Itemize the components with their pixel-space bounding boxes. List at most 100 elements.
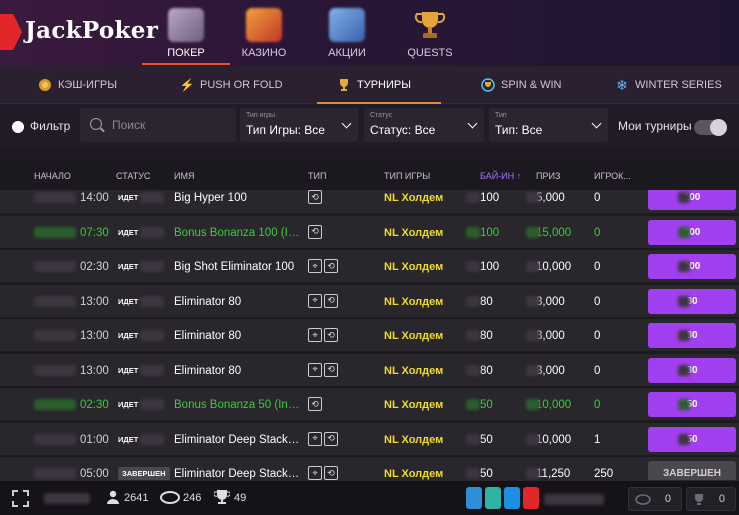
blurred-currency-mark [466, 433, 480, 445]
blurred-server-info [44, 493, 90, 504]
nav-promotions[interactable]: АКЦИИ [303, 0, 391, 66]
tab-tournaments[interactable]: ТУРНИРЫ [317, 66, 441, 104]
spin-trophy-icon [481, 78, 495, 92]
search-box[interactable] [80, 108, 236, 142]
col-buyin[interactable]: БАЙ-ИН ↑ [480, 171, 521, 181]
start-time: 13:00 [80, 364, 109, 377]
chips-icon [635, 494, 651, 505]
game-type-caption: Тип игры [246, 112, 276, 119]
status-badge: ЗАВЕРШЕН [118, 467, 170, 480]
support-red-icon[interactable] [523, 487, 539, 509]
table-row[interactable]: 07:30 ИДЕТ Bonus Bonanza 100 (Insta... ⟲ NL … [0, 214, 739, 248]
col-status[interactable]: СТАТУС [116, 171, 150, 181]
col-type[interactable]: ТИП [308, 171, 326, 181]
col-start[interactable]: НАЧАЛО [34, 171, 71, 181]
blurred-currency-mark [466, 261, 480, 272]
nav-poker-label: ПОКЕР [167, 47, 205, 59]
nav-quests[interactable]: QUESTS [386, 0, 474, 66]
blurred-status-extra [140, 330, 164, 341]
blurred-currency-mark [466, 330, 480, 341]
tournament-name[interactable]: Bonus Bonanza 100 (Insta... [174, 227, 300, 239]
nav-casino[interactable]: КАЗИНО [220, 0, 308, 66]
counter-1-value: 0 [664, 493, 671, 505]
table-row[interactable]: 01:00 ИДЕТ Eliminator Deep Stack 50 ⌖ ⟲ NL Хо… [0, 421, 739, 455]
tab-push-or-fold[interactable]: ⚡ PUSH OR FOLD [180, 66, 283, 104]
start-time: 05:00 [80, 468, 109, 480]
tab-winter-series[interactable]: ❄ WINTER SERIES [615, 66, 722, 104]
table-row[interactable]: 02:30 ИДЕТ Bonus Bonanza 50 (Insta... ⟲ NL Х… [0, 387, 739, 420]
col-players[interactable]: ИГРОК... [594, 171, 631, 181]
blurred-currency-mark [526, 330, 540, 341]
tournament-name[interactable]: Eliminator 80 [174, 330, 300, 342]
blurred-currency-mark [526, 364, 540, 376]
col-game-type[interactable]: ТИП ИГРЫ [384, 171, 430, 181]
type-caption: Тип [495, 112, 507, 119]
tournament-name[interactable]: Eliminator Deep Stack 50 [174, 434, 300, 446]
col-prize[interactable]: ПРИЗ [536, 171, 560, 181]
knockout-target-icon: ⌖ [308, 293, 322, 308]
table-row[interactable]: 13:00 ИДЕТ Eliminator 80 ⌖ ⟲ NL Холдем 80 8,000… [0, 283, 739, 317]
tournament-type-icons: ⟲ [308, 397, 322, 411]
tournament-name[interactable]: Eliminator Deep Stack 50 [174, 468, 300, 480]
type-value: Тип: Все [495, 123, 543, 137]
status-select[interactable]: Статус Статус: Все [364, 108, 484, 142]
register-button[interactable]: 80 [648, 357, 736, 383]
cup-icon [337, 78, 351, 92]
table-row[interactable]: 05:00 ЗАВЕРШЕН Eliminator Deep Stack 50 ⌖ ⟲ N… [0, 456, 739, 480]
blurred-status-extra [140, 364, 164, 376]
tournament-name[interactable]: Big Hyper 100 [174, 192, 300, 204]
telegram-icon[interactable] [466, 487, 482, 509]
players-value: 0 [594, 364, 601, 377]
blurred-currency-mark [466, 468, 480, 479]
prize-value: 10,000 [536, 433, 572, 446]
nav-poker[interactable]: ПОКЕР [142, 0, 230, 66]
blurred-date [34, 261, 76, 272]
register-button[interactable]: 100 [648, 254, 736, 279]
game-type: NL Холдем [384, 226, 444, 239]
fullscreen-icon[interactable] [12, 490, 29, 507]
tournament-name[interactable]: Bonus Bonanza 50 (Insta... [174, 399, 300, 411]
tab-spin-and-win[interactable]: SPIN & WIN [481, 66, 562, 104]
register-button[interactable]: 80 [648, 323, 736, 348]
messenger-icon[interactable] [504, 487, 520, 509]
filter-label[interactable]: Фильтр [30, 119, 70, 133]
game-type-select[interactable]: Тип игры Тип Игры: Все [240, 108, 358, 142]
game-type: NL Холдем [384, 330, 444, 342]
tab-cash-games[interactable]: КЭШ-ИГРЫ [38, 66, 117, 104]
brand-logo[interactable]: JackPoker [25, 17, 158, 44]
tournament-name[interactable]: Big Shot Eliminator 100 [174, 261, 300, 273]
table-row[interactable]: 13:00 ИДЕТ Eliminator 80 ⌖ ⟲ NL Холдем 80 8,000… [0, 318, 739, 351]
search-input[interactable] [112, 108, 230, 142]
prize-value: 8,000 [536, 295, 565, 308]
register-button[interactable]: 50 [648, 392, 736, 417]
table-row[interactable]: 13:00 ИДЕТ Eliminator 80 ⌖ ⟲ NL Холдем 80 8,000… [0, 352, 739, 386]
prize-value: 5,000 [536, 192, 565, 204]
counter-box-2[interactable]: 0 [686, 487, 736, 511]
table-row[interactable]: 14:00 ИДЕТ Big Hyper 100 ⟲ NL Холдем 100 5,000… [0, 190, 739, 213]
whatsapp-icon[interactable] [485, 487, 501, 509]
blurred-date [34, 192, 76, 203]
register-button[interactable]: 50 [648, 426, 736, 452]
filter-radio[interactable] [12, 121, 24, 133]
register-button[interactable]: 80 [648, 288, 736, 314]
tab-tournaments-label: ТУРНИРЫ [357, 79, 411, 91]
counter-2-value: 0 [718, 493, 725, 505]
my-tournaments-toggle[interactable] [694, 119, 727, 136]
search-icon [90, 118, 102, 130]
game-type: NL Холдем [384, 364, 444, 377]
tournament-name[interactable]: Eliminator 80 [174, 365, 300, 377]
finished-button[interactable]: ЗАВЕРШЕН [648, 461, 736, 480]
type-select[interactable]: Тип Тип: Все [489, 108, 608, 142]
counter-box-1[interactable]: 0 [628, 487, 682, 511]
register-button[interactable]: 100 [648, 190, 736, 210]
turbo-speed-icon: ⟲ [324, 293, 338, 308]
buyin-value: 80 [480, 364, 493, 377]
table-row[interactable]: 02:30 ИДЕТ Big Shot Eliminator 100 ⌖ ⟲ NL Хол… [0, 249, 739, 282]
register-button[interactable]: 100 [648, 219, 736, 245]
col-name[interactable]: ИМЯ [174, 171, 194, 181]
prize-value: 15,000 [536, 226, 572, 239]
tournament-name[interactable]: Eliminator 80 [174, 296, 300, 308]
tournament-type-icons: ⌖ ⟲ [308, 293, 338, 308]
blurred-currency-mark [678, 433, 690, 445]
turbo-speed-icon: ⟲ [324, 362, 338, 377]
